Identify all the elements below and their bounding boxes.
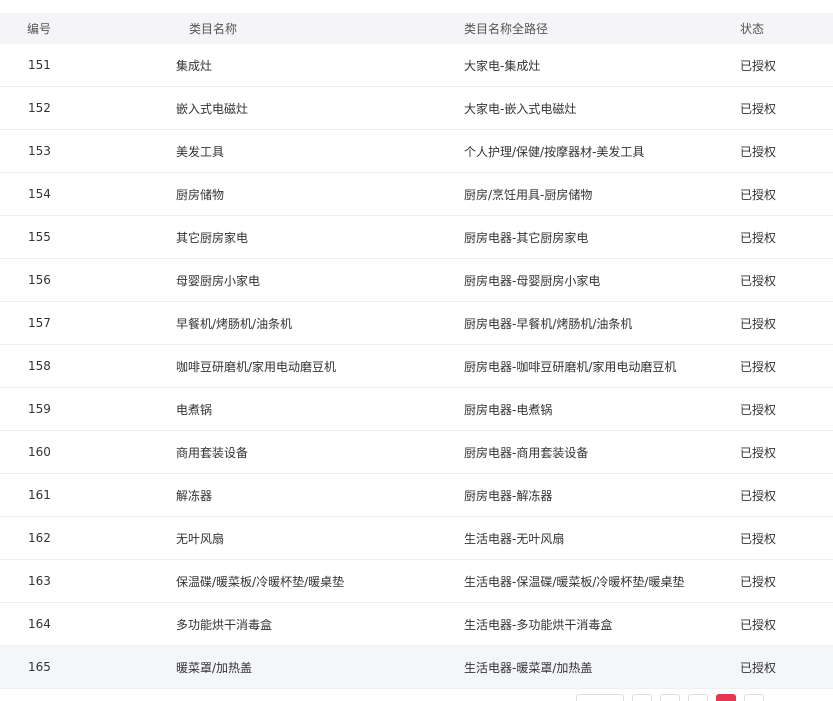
- table-row[interactable]: 161 解冻器 厨房电器-解冻器 已授权: [0, 474, 833, 517]
- cell-path: 厨房电器-商用套装设备: [464, 445, 589, 460]
- cell-name: 集成灶: [176, 58, 213, 73]
- cell-id: 152: [28, 101, 51, 115]
- cell-status: 已授权: [740, 359, 777, 374]
- table-row-hovered[interactable]: 165 暖菜罩/加热盖 生活电器-暖菜罩/加热盖 已授权: [0, 646, 833, 689]
- cell-name: 保温碟/暖菜板/冷暖杯垫/暖桌垫: [176, 574, 345, 589]
- cell-status: 已授权: [740, 58, 777, 73]
- cell-id: 163: [28, 574, 51, 588]
- current-page-button[interactable]: [716, 694, 736, 701]
- category-table: 编号 类目名称 类目名称全路径 状态 151 集成灶 大家电-集成灶 已授权 1…: [0, 13, 833, 689]
- header-name: 类目名称: [189, 22, 238, 36]
- cell-id: 161: [28, 488, 51, 502]
- table-row[interactable]: 163 保温碟/暖菜板/冷暖杯垫/暖桌垫 生活电器-保温碟/暖菜板/冷暖杯垫/暖…: [0, 560, 833, 603]
- cell-id: 156: [28, 273, 51, 287]
- cell-status: 已授权: [740, 101, 777, 116]
- cell-status: 已授权: [740, 144, 777, 159]
- table-row[interactable]: 151 集成灶 大家电-集成灶 已授权: [0, 44, 833, 87]
- cell-path: 厨房电器-其它厨房家电: [464, 230, 589, 245]
- cell-name: 美发工具: [176, 144, 225, 159]
- cell-id: 153: [28, 144, 51, 158]
- pagination: [576, 694, 764, 701]
- cell-id: 151: [28, 58, 51, 72]
- cell-path: 生活电器-暖菜罩/加热盖: [464, 660, 593, 675]
- cell-id: 160: [28, 445, 51, 459]
- cell-path: 大家电-嵌入式电磁灶: [464, 101, 577, 116]
- table-row[interactable]: 154 厨房储物 厨房/烹饪用具-厨房储物 已授权: [0, 173, 833, 216]
- cell-status: 已授权: [740, 445, 777, 460]
- cell-path: 生活电器-保温碟/暖菜板/冷暖杯垫/暖桌垫: [464, 574, 685, 589]
- cell-id: 158: [28, 359, 51, 373]
- cell-path: 厨房电器-母婴厨房小家电: [464, 273, 601, 288]
- cell-name: 其它厨房家电: [176, 230, 249, 245]
- prev-page-button[interactable]: [632, 694, 652, 701]
- cell-id: 164: [28, 617, 51, 631]
- cell-status: 已授权: [740, 402, 777, 417]
- cell-status: 已授权: [740, 574, 777, 589]
- table-row[interactable]: 152 嵌入式电磁灶 大家电-嵌入式电磁灶 已授权: [0, 87, 833, 130]
- table-row[interactable]: 160 商用套装设备 厨房电器-商用套装设备 已授权: [0, 431, 833, 474]
- cell-path: 厨房电器-早餐机/烤肠机/油条机: [464, 316, 633, 331]
- header-path: 类目名称全路径: [464, 22, 549, 36]
- cell-path: 个人护理/保健/按摩器材-美发工具: [464, 144, 645, 159]
- cell-path: 厨房电器-电煮锅: [464, 402, 553, 417]
- cell-name: 早餐机/烤肠机/油条机: [176, 316, 293, 331]
- cell-id: 155: [28, 230, 51, 244]
- cell-name: 暖菜罩/加热盖: [176, 660, 253, 675]
- cell-path: 厨房电器-咖啡豆研磨机/家用电动磨豆机: [464, 359, 677, 374]
- cell-id: 165: [28, 660, 51, 674]
- page-size-select[interactable]: [576, 694, 624, 701]
- cell-status: 已授权: [740, 531, 777, 546]
- cell-status: 已授权: [740, 316, 777, 331]
- cell-id: 159: [28, 402, 51, 416]
- cell-status: 已授权: [740, 660, 777, 675]
- cell-name: 电煮锅: [176, 402, 213, 417]
- cell-status: 已授权: [740, 488, 777, 503]
- table-row[interactable]: 162 无叶风扇 生活电器-无叶风扇 已授权: [0, 517, 833, 560]
- table-row[interactable]: 157 早餐机/烤肠机/油条机 厨房电器-早餐机/烤肠机/油条机 已授权: [0, 302, 833, 345]
- header-status: 状态: [740, 22, 765, 36]
- cell-path: 生活电器-多功能烘干消毒盒: [464, 617, 613, 632]
- cell-path: 大家电-集成灶: [464, 58, 541, 73]
- cell-name: 商用套装设备: [176, 445, 249, 460]
- cell-status: 已授权: [740, 617, 777, 632]
- table-row[interactable]: 164 多功能烘干消毒盒 生活电器-多功能烘干消毒盒 已授权: [0, 603, 833, 646]
- table-row[interactable]: 155 其它厨房家电 厨房电器-其它厨房家电 已授权: [0, 216, 833, 259]
- cell-status: 已授权: [740, 273, 777, 288]
- table-row[interactable]: 159 电煮锅 厨房电器-电煮锅 已授权: [0, 388, 833, 431]
- table-header: 编号 类目名称 类目名称全路径 状态: [0, 13, 833, 44]
- table-row[interactable]: 153 美发工具 个人护理/保健/按摩器材-美发工具 已授权: [0, 130, 833, 173]
- cell-name: 厨房储物: [176, 187, 225, 202]
- cell-name: 嵌入式电磁灶: [176, 101, 249, 116]
- cell-status: 已授权: [740, 187, 777, 202]
- cell-name: 咖啡豆研磨机/家用电动磨豆机: [176, 359, 337, 374]
- cell-status: 已授权: [740, 230, 777, 245]
- table-row[interactable]: 156 母婴厨房小家电 厨房电器-母婴厨房小家电 已授权: [0, 259, 833, 302]
- cell-name: 多功能烘干消毒盒: [176, 617, 273, 632]
- cell-path: 生活电器-无叶风扇: [464, 531, 565, 546]
- page-button[interactable]: [660, 694, 680, 701]
- cell-path: 厨房电器-解冻器: [464, 488, 553, 503]
- cell-id: 157: [28, 316, 51, 330]
- cell-name: 解冻器: [176, 488, 213, 503]
- cell-id: 162: [28, 531, 51, 545]
- category-authorization-page: 编号 类目名称 类目名称全路径 状态 151 集成灶 大家电-集成灶 已授权 1…: [0, 0, 833, 701]
- next-page-button[interactable]: [744, 694, 764, 701]
- cell-name: 母婴厨房小家电: [176, 273, 261, 288]
- cell-name: 无叶风扇: [176, 531, 225, 546]
- header-id: 编号: [27, 22, 52, 36]
- cell-id: 154: [28, 187, 51, 201]
- cell-path: 厨房/烹饪用具-厨房储物: [464, 187, 593, 202]
- page-button[interactable]: [688, 694, 708, 701]
- table-row[interactable]: 158 咖啡豆研磨机/家用电动磨豆机 厨房电器-咖啡豆研磨机/家用电动磨豆机 已…: [0, 345, 833, 388]
